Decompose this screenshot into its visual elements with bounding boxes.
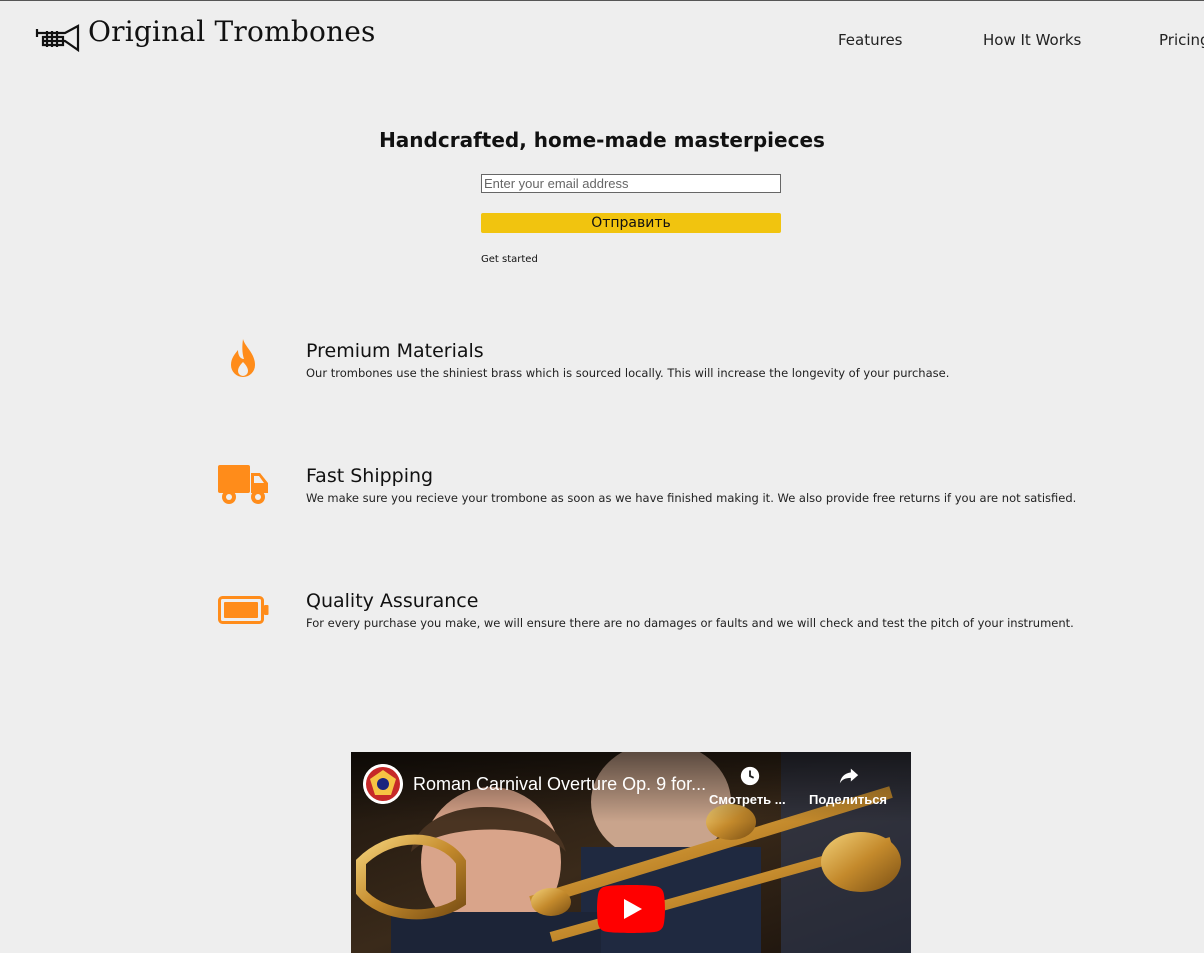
youtube-play-icon[interactable]: [597, 885, 665, 933]
watch-later-button[interactable]: Смотреть ...: [709, 792, 786, 807]
feature-description-premium-materials: Our trombones use the shiniest brass whi…: [306, 366, 950, 380]
share-icon[interactable]: [837, 765, 861, 787]
share-button[interactable]: Поделиться: [809, 792, 887, 807]
hero-title: Handcrafted, home-made masterpieces: [379, 128, 825, 152]
site-header: Original Trombones Features How It Works…: [0, 1, 1204, 76]
submit-button[interactable]: Отправить: [481, 213, 781, 233]
channel-avatar-icon[interactable]: [363, 764, 403, 804]
feature-title-fast-shipping: Fast Shipping: [306, 465, 434, 487]
brand-name[interactable]: Original Trombones: [88, 15, 376, 48]
nav-link-how-it-works[interactable]: How It Works: [983, 31, 1081, 49]
feature-description-quality-assurance: For every purchase you make, we will ens…: [306, 616, 1074, 630]
feature-description-fast-shipping: We make sure you recieve your trombone a…: [306, 491, 1077, 505]
youtube-video-embed[interactable]: Roman Carnival Overture Op. 9 for... Смо…: [351, 752, 911, 953]
feature-title-premium-materials: Premium Materials: [306, 340, 484, 362]
fire-icon: [231, 339, 255, 377]
battery-icon: [218, 596, 269, 624]
get-started-text: Get started: [481, 254, 538, 265]
clock-icon[interactable]: [739, 765, 761, 787]
video-title[interactable]: Roman Carnival Overture Op. 9 for...: [413, 774, 706, 795]
nav-link-features[interactable]: Features: [838, 31, 903, 49]
email-input[interactable]: [481, 174, 781, 193]
nav-link-pricing[interactable]: Pricing: [1159, 31, 1204, 49]
feature-title-quality-assurance: Quality Assurance: [306, 590, 479, 612]
trumpet-logo-icon[interactable]: [35, 23, 80, 53]
truck-icon: [218, 465, 268, 504]
